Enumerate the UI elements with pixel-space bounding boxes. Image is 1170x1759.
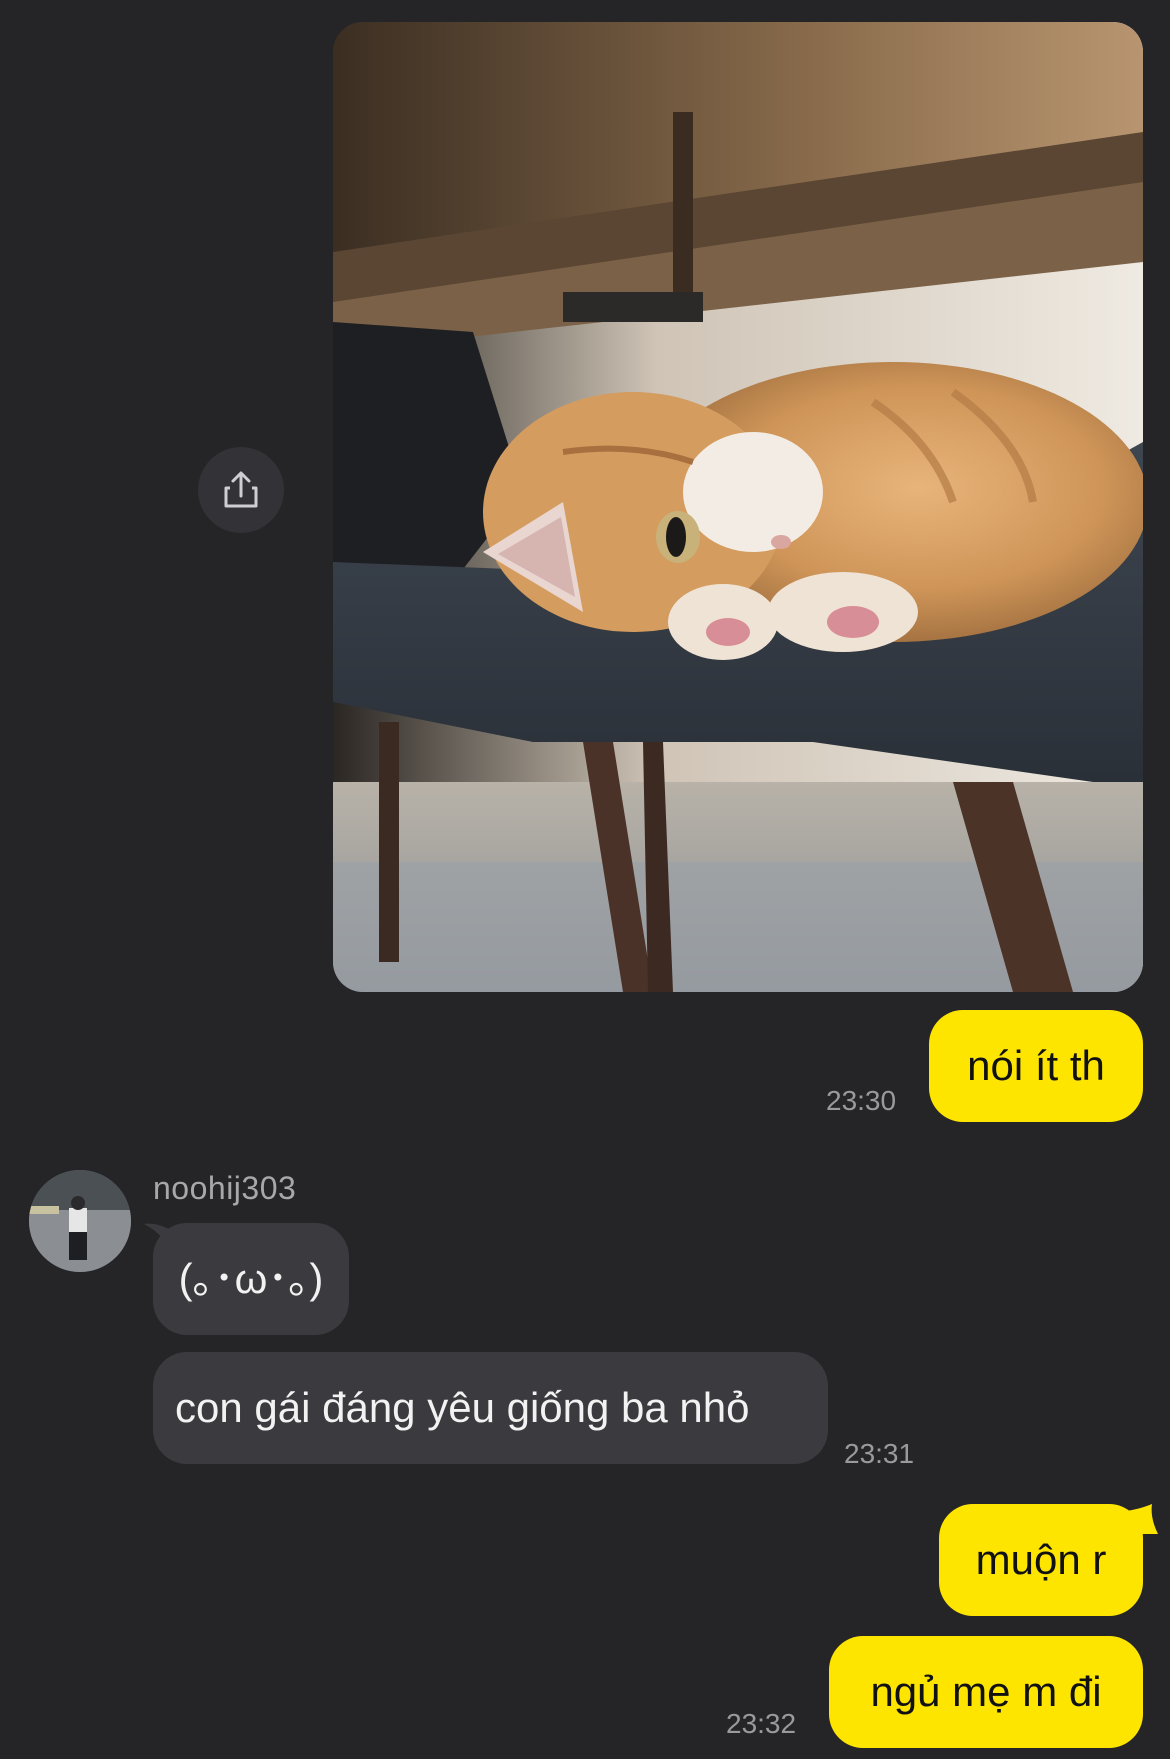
avatar-image: [29, 1170, 131, 1272]
message-time: 23:31: [844, 1438, 915, 1469]
cat-photo-image: [333, 22, 1143, 992]
outgoing-message-bubble[interactable]: nói ít th: [929, 1010, 1143, 1122]
message-text: nói ít th: [967, 1042, 1105, 1089]
share-button[interactable]: [198, 447, 284, 533]
sender-name: noohij303: [153, 1170, 297, 1206]
shared-photo[interactable]: [333, 22, 1143, 992]
incoming-bubble-tail: [144, 1223, 174, 1252]
incoming-message-bubble[interactable]: (｡･ω･｡): [153, 1223, 349, 1335]
message-time: 23:32: [726, 1708, 797, 1739]
message-text: con gái đáng yêu giống ba nhỏ: [175, 1384, 750, 1431]
share-icon: [224, 471, 258, 508]
message-text: muộn r: [975, 1536, 1107, 1583]
outgoing-message-bubble[interactable]: ngủ mẹ m đi: [829, 1636, 1143, 1748]
message-text: ngủ mẹ m đi: [870, 1668, 1102, 1715]
message-text: (｡･ω･｡): [178, 1255, 324, 1302]
incoming-message-bubble[interactable]: con gái đáng yêu giống ba nhỏ: [153, 1352, 828, 1464]
outgoing-bubble-tail: [1118, 1504, 1158, 1534]
outgoing-message-bubble[interactable]: muộn r: [939, 1504, 1143, 1616]
message-time: 23:30: [826, 1085, 897, 1116]
avatar[interactable]: [29, 1170, 131, 1272]
